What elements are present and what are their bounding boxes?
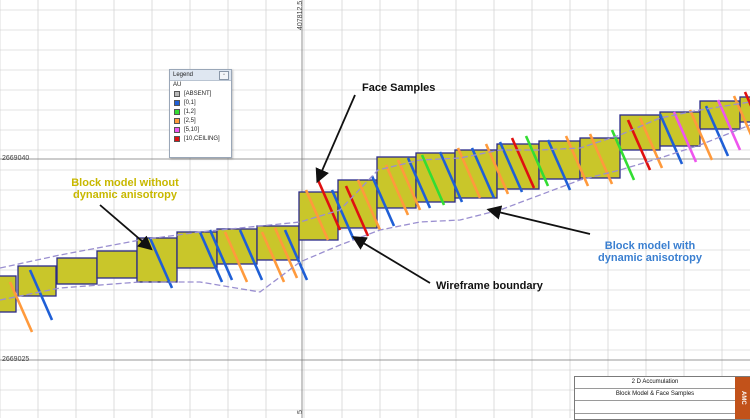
minimize-icon[interactable]: ▫ bbox=[219, 71, 229, 80]
legend-item: [ABSENT] bbox=[170, 89, 231, 98]
block-cell bbox=[538, 140, 581, 180]
legend-variable: AU bbox=[173, 82, 182, 88]
block-model-with-line1: Block model with bbox=[604, 240, 696, 252]
block-cell bbox=[176, 231, 218, 269]
block-cell bbox=[256, 225, 300, 261]
legend-title: Legend bbox=[173, 72, 194, 78]
title-block-subtitle: Block Model & Face Samples bbox=[575, 391, 735, 401]
legend-swatch bbox=[174, 90, 180, 97]
legend-item: [10,CEILING] bbox=[170, 134, 231, 143]
block-model bbox=[0, 96, 750, 313]
block-cell bbox=[56, 257, 98, 285]
face-samples-label: Face Samples bbox=[362, 82, 436, 94]
wireframe-boundary-label: Wireframe boundary bbox=[436, 280, 543, 292]
title-block-footer bbox=[575, 405, 735, 414]
legend-item-label: [ABSENT] bbox=[184, 90, 212, 97]
legend-item: [0,1] bbox=[170, 98, 231, 107]
y-axis-tick-lower: 2669025 bbox=[2, 356, 30, 363]
legend-panel[interactable]: Legend ▫ AU [ABSENT] [0,1] [1,2] [2,5] [… bbox=[169, 69, 232, 158]
legend-item: [1,2] bbox=[170, 107, 231, 116]
legend-swatch bbox=[174, 117, 180, 124]
x-axis-tick-bottom: 5 bbox=[297, 410, 304, 414]
legend-item: [2,5] bbox=[170, 116, 231, 125]
block-model-with-line2: dynamic anisotropy bbox=[598, 252, 702, 264]
block-model-without-line1: Block model without bbox=[71, 177, 179, 189]
legend-swatch bbox=[174, 135, 180, 142]
legend-swatch bbox=[174, 126, 180, 133]
legend-header[interactable]: Legend ▫ bbox=[170, 70, 231, 81]
block-cell bbox=[96, 250, 138, 279]
legend-item-label: [0,1] bbox=[184, 99, 196, 106]
legend-swatch bbox=[174, 99, 180, 106]
legend-item: [5,10] bbox=[170, 125, 231, 134]
legend-swatch bbox=[174, 108, 180, 115]
title-block: 2 D Accumulation Block Model & Face Samp… bbox=[574, 376, 750, 420]
y-axis-tick-upper: 2669040 bbox=[2, 155, 30, 162]
amc-logo: AMC bbox=[735, 377, 750, 419]
legend-item-label: [2,5] bbox=[184, 117, 196, 124]
annotation-arrow bbox=[99, 204, 153, 251]
block-cell bbox=[337, 179, 378, 229]
x-axis-tick-top: 407812.5 bbox=[297, 0, 304, 30]
annotation-arrow bbox=[351, 236, 431, 284]
legend-item-label: [5,10] bbox=[184, 126, 200, 133]
plot-canvas[interactable] bbox=[0, 0, 750, 418]
title-block-heading: 2 D Accumulation bbox=[575, 379, 735, 389]
block-cell bbox=[136, 237, 178, 283]
legend-item-label: [1,2] bbox=[184, 108, 196, 115]
block-model-without-label: Block model without dynamic anisotropy bbox=[55, 177, 195, 201]
annotation-arrow bbox=[315, 94, 356, 184]
annotation-arrow bbox=[486, 205, 591, 235]
block-cell bbox=[0, 275, 17, 313]
block-cell bbox=[17, 265, 57, 297]
block-model-with-label: Block model with dynamic anisotropy bbox=[580, 240, 720, 264]
block-model-without-line2: dynamic anisotropy bbox=[73, 189, 177, 201]
legend-item-label: [10,CEILING] bbox=[184, 135, 220, 142]
